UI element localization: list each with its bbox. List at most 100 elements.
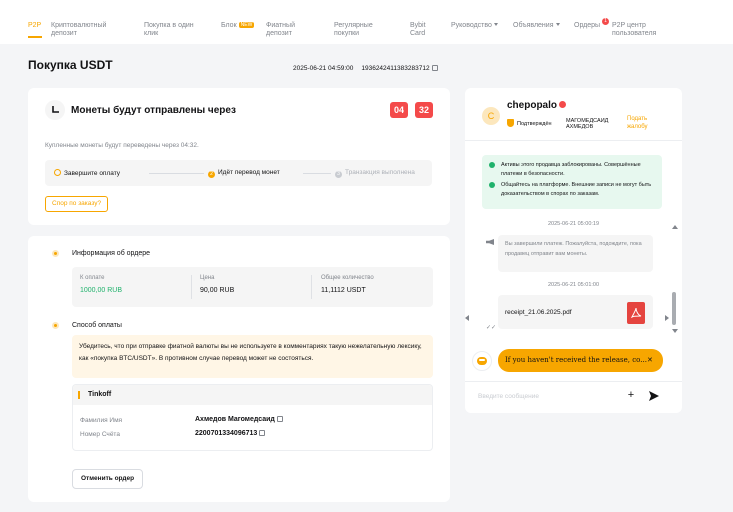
step-divider [303,173,331,174]
active-underline [28,36,42,38]
payment-method-name: Tinkoff [88,391,112,398]
timer-seconds: 32 [415,102,433,118]
nav-one-click-buy-label: Покупка в один клик [144,22,194,37]
divider [311,275,312,299]
order-info-box: К оплате 1000,00 RUB Цена 90,00 RUB Обще… [72,267,433,307]
check-icon [54,169,61,176]
copy-icon[interactable] [259,430,266,436]
clock-icon [45,100,65,120]
payment-method-box: Tinkoff Фамилия Имя Ахмедов Магомедсаид … [72,384,433,451]
avatar: C [482,107,500,125]
order-meta: 2025-06-21 04:59:00 1936242411383283712 [293,65,438,72]
nav-crypto-deposit[interactable]: Криптовалютный депозит [51,22,123,38]
nav-orders[interactable]: Ордеры [574,22,600,30]
payment-method-header: Tinkoff [73,385,432,405]
message-timestamp: 2025-06-21 05:00:19 [547,221,600,227]
account-number: 2200701334096713 [195,430,258,437]
cancel-order-button[interactable]: Отменить ордер [72,469,144,489]
nav-fiat-deposit[interactable]: Фиатный депозит [266,22,314,38]
verified-label: Подтверждён [517,121,552,127]
chevron-left-icon[interactable] [465,315,469,321]
divider [465,140,682,141]
price-col: Цена 90,00 RUB [200,275,234,294]
chat-scrollbar[interactable] [671,225,678,333]
order-info-title: Информация об ордере [72,250,151,257]
file-name: receipt_21.06.2025.pdf [505,309,572,316]
file-message[interactable]: receipt_21.06.2025.pdf [498,295,653,329]
amount-value: 1000,00 RUB [80,287,123,294]
nav-user-center-label: P2P центр пользователя [612,22,657,37]
quantity-label: Общее количество [321,275,374,281]
scroll-down-icon[interactable] [672,329,678,333]
message-timestamp: 2025-06-21 05:01:00 [547,282,600,288]
nav-ads-label: Объявления [513,22,554,29]
account-label: Номер Счёта [80,431,120,438]
copy-icon[interactable] [431,65,438,71]
divider [465,381,682,382]
nav-block[interactable]: Блок NEW [221,22,255,30]
quantity-col: Общее количество 11,1112 USDT [321,275,374,294]
nav-block-label: Блок [221,22,237,29]
notice-line: Общайтесь на платформе. Внешние записи н… [489,181,655,199]
step-divider [149,173,204,174]
nav-guide[interactable]: Руководство [451,22,498,30]
notice-1: Активы этого продавца заблокированы. Сов… [501,162,641,177]
chevron-down-icon [493,23,498,26]
merchant-badge-icon [559,101,567,108]
page-title: Покупка USDT [28,58,113,72]
step-pay: Завершите оплату [54,169,120,177]
price-value: 90,00 RUB [200,287,235,294]
chevron-right-icon[interactable] [665,315,669,321]
timer-description: Купленные монеты будут переведены через … [45,142,199,149]
amount-col: К оплате 1000,00 RUB [80,275,122,294]
complain-link[interactable]: Подать жалобу [627,115,667,131]
bot-message-text: If you haven't received the release, co.… [505,356,647,364]
status-card: Монеты будут отправлены через 04 32 Купл… [28,88,450,225]
check-circle-icon [489,162,495,168]
nav-p2p[interactable]: P2P [28,22,42,38]
copy-icon[interactable] [276,416,283,422]
nav-p2p-label: P2P [28,22,42,29]
nav-ads[interactable]: Объявления [513,22,560,30]
account-value: 2200701334096713 [195,430,266,437]
scroll-thumb[interactable] [672,292,676,325]
nav-recurring-buy[interactable]: Регулярные покупки [334,22,390,38]
nav-guide-label: Руководство [451,22,492,29]
payment-warning: Убедитесь, что при отправке фиатной валю… [72,335,433,378]
name-label: Фамилия Имя [80,417,123,424]
nav-recurring-buy-label: Регулярные покупки [334,22,373,37]
notice-2: Общайтесь на платформе. Внешние записи н… [501,182,652,197]
top-navigation: P2P Криптовалютный депозит Покупка в оди… [0,0,733,44]
check-circle-icon [489,182,495,188]
nav-one-click-buy[interactable]: Покупка в один клик [144,22,206,38]
nav-bybit-card[interactable]: Bybit Card [410,22,434,38]
scroll-up-icon[interactable] [672,225,678,229]
price-label: Цена [200,275,215,281]
message-input[interactable] [478,386,618,406]
step-done-label: Транзакция выполнена [345,169,415,176]
seller-name[interactable]: chepopalo [507,100,567,111]
amount-label: К оплате [80,275,105,281]
notice-line: Активы этого продавца заблокированы. Сов… [489,161,655,179]
dispute-button[interactable]: Спор по заказу? [45,196,109,212]
attach-plus-icon[interactable]: + [623,388,639,404]
nav-fiat-deposit-label: Фиатный депозит [266,22,295,37]
step-transfer: 2 Идёт перевод монет [208,169,280,178]
method-accent-bar [78,391,80,399]
timer-title: Монеты будут отправлены через [71,105,236,116]
nav-user-center[interactable]: P2P центр пользователя [612,22,668,38]
progress-steps: Завершите оплату 2 Идёт перевод монет 3 Тр… [45,160,432,186]
recipient-name: Ахмедов Магомедсаид [195,416,275,423]
nav-orders-label: Ордеры [574,22,601,29]
orders-count-badge: 1 [602,18,609,25]
bot-message[interactable]: If you haven't received the release, co.… [498,349,663,372]
name-value: Ахмедов Магомедсаид [195,416,283,423]
step-done: 3 Транзакция выполнена [335,169,415,178]
close-icon[interactable]: ✕ [647,349,653,372]
timer-minutes: 04 [390,102,408,118]
shield-icon [507,119,514,127]
quantity-value: 11,1112 USDT [321,287,366,294]
send-icon[interactable] [647,389,661,403]
payment-title: Способ оплаты [72,322,122,329]
double-check-icon: ✓✓ [486,325,497,331]
